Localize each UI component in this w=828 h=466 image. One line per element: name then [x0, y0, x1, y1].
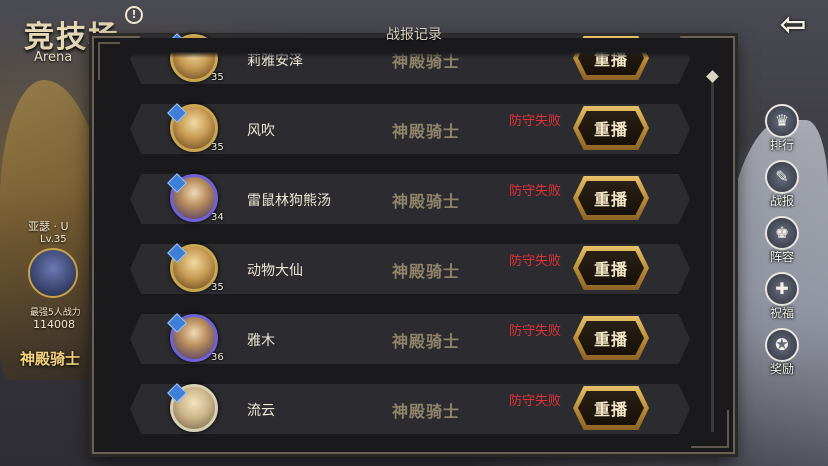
dialog-title: 战报记录 [386, 27, 442, 43]
info-icon[interactable]: ! [125, 6, 143, 24]
opponent-tier: 神殿骑士 [392, 332, 461, 351]
power-value: 114008 [33, 318, 75, 331]
opponent-name: 动物大仙 [247, 263, 303, 279]
battle-report-icon: ✎ [765, 160, 799, 194]
replay-button[interactable]: 重播 [573, 246, 649, 290]
double-arrow-back-icon[interactable]: ⇦ [770, 6, 816, 42]
avatar-level: 34 [211, 212, 224, 223]
replay-label: 重播 [593, 330, 628, 349]
opponent-tier: 神殿骑士 [392, 192, 461, 211]
player-rank: 亚瑟 · U [28, 220, 69, 233]
avatar-level: 35 [211, 142, 224, 153]
replay-label: 重播 [593, 260, 628, 279]
opponent-name: 流云 [247, 403, 275, 419]
side-menu-item[interactable]: ♛ 排行 [758, 104, 806, 158]
player-tier: 神殿骑士 [20, 350, 81, 368]
opponent-tier: 神殿骑士 [392, 122, 461, 141]
opponent-avatar[interactable]: 35 [167, 240, 224, 298]
side-icon-glyph: ✎ [775, 167, 789, 186]
opponent-name: 雷鼠林狗熊汤 [247, 193, 331, 209]
arena-subtitle: Arena [34, 50, 73, 65]
opponent-avatar[interactable] [167, 380, 220, 438]
side-menu-item[interactable]: ✪ 奖励 [758, 328, 806, 382]
ranking-icon: ♛ [765, 104, 799, 138]
side-menu-label: 排行 [769, 138, 794, 152]
replay-label: 重播 [593, 120, 628, 139]
player-avatar [28, 248, 78, 298]
opponent-avatar[interactable]: 36 [167, 310, 224, 368]
opponent-tier: 神殿骑士 [392, 402, 461, 421]
replay-label: 重播 [593, 190, 628, 209]
record-row: 35 动物大仙 神殿骑士 防守失败 重播 [130, 243, 690, 294]
avatar-level: 35 [211, 72, 224, 83]
battle-result: 防守失败 [509, 254, 562, 269]
battle-result: 防守失败 [509, 184, 562, 199]
avatar-level: 35 [211, 282, 224, 293]
side-icon-glyph: ♛ [774, 111, 790, 130]
side-icon-glyph: ✪ [775, 335, 789, 354]
player-card: 亚瑟 · U Lv.35 最强5人战力 114008 神殿骑士 [0, 210, 90, 370]
opponent-name: 雅木 [247, 333, 275, 349]
record-row: 34 雷鼠林狗熊汤 神殿骑士 防守失败 重播 [130, 173, 690, 224]
side-icon-glyph: ♚ [774, 223, 790, 242]
blessing-icon: ✚ [765, 272, 799, 306]
opponent-name: 风吹 [247, 123, 275, 139]
battle-result: 防守失败 [509, 324, 562, 339]
side-menu-label: 阵容 [769, 250, 794, 264]
replay-label: 重播 [593, 400, 628, 419]
opponent-avatar[interactable]: 35 [167, 100, 224, 158]
scrollbar[interactable] [706, 70, 719, 432]
opponent-tier: 神殿骑士 [392, 262, 461, 281]
player-level: Lv.35 [40, 234, 67, 245]
side-menu-item[interactable]: ✎ 战报 [758, 160, 806, 214]
side-menu-label: 祝福 [769, 306, 794, 320]
side-menu-item[interactable]: ♚ 阵容 [758, 216, 806, 270]
replay-button[interactable]: 重播 [573, 386, 649, 430]
avatar-level: 36 [211, 352, 224, 363]
side-menu-item[interactable]: ✚ 祝福 [758, 272, 806, 326]
replay-button[interactable]: 重播 [573, 106, 649, 150]
replay-button[interactable]: 重播 [573, 316, 649, 360]
side-menu-label: 奖励 [769, 362, 794, 376]
side-icon-glyph: ✚ [775, 279, 789, 298]
replay-button[interactable]: 重播 [573, 176, 649, 220]
battle-result: 防守失败 [509, 114, 562, 129]
reward-icon: ✪ [765, 328, 799, 362]
opponent-avatar[interactable]: 34 [167, 170, 224, 228]
battle-result: 防守失败 [509, 394, 562, 409]
record-row: 35 风吹 神殿骑士 防守失败 重播 [130, 103, 690, 154]
side-menu: ♛ 排行 ✎ 战报 ♚ 阵容 ✚ 祝福 ✪ 奖励 [758, 104, 806, 384]
side-menu-label: 战报 [769, 194, 794, 208]
record-row: 36 雅木 神殿骑士 防守失败 重播 [130, 313, 690, 364]
lineup-icon: ♚ [765, 216, 799, 250]
dialog-title-bar: 战报记录 [274, 22, 554, 48]
power-label: 最强5人战力 [30, 308, 81, 318]
record-row: 流云 神殿骑士 防守失败 重播 [130, 383, 690, 434]
